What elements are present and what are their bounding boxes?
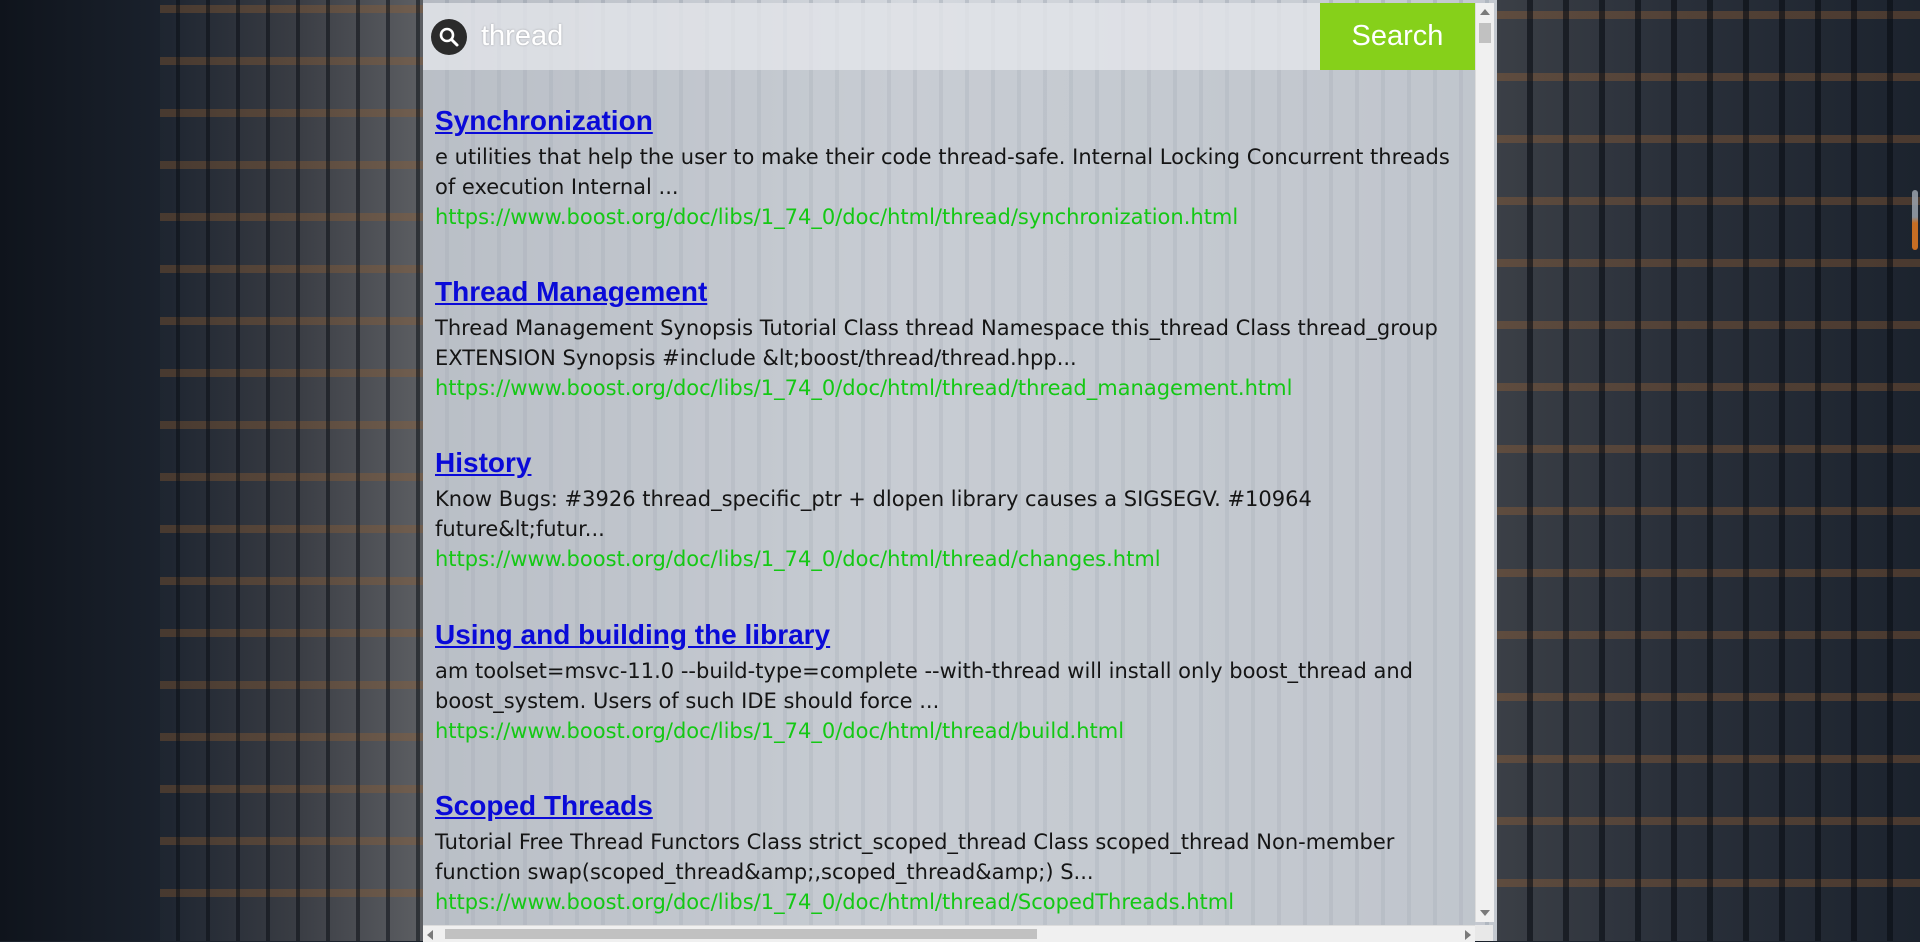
search-bar: Search [423,3,1475,70]
vertical-scrollbar[interactable] [1475,3,1494,922]
list-item: History Know Bugs: #3926 thread_specific… [435,446,1475,574]
list-item: Scoped Threads Tutorial Free Thread Func… [435,789,1475,917]
search-icon[interactable] [431,18,467,55]
result-snippet: Thread Management Synopsis Tutorial Clas… [435,316,1438,370]
result-title-link[interactable]: Thread Management [435,275,1475,309]
scroll-up-icon[interactable] [1480,9,1490,15]
result-title-link[interactable]: Scoped Threads [435,789,1475,823]
search-panel: Search Synchronization e utilities that … [423,3,1499,942]
scroll-down-icon[interactable] [1480,910,1490,916]
scrollbar-corner [1475,925,1493,941]
search-input[interactable] [467,5,1320,68]
page-scroll-indicator [1912,190,1918,250]
results-list: Synchronization e utilities that help th… [423,70,1475,925]
scroll-right-icon[interactable] [1465,930,1471,940]
vertical-scroll-thumb[interactable] [1479,23,1491,43]
result-title-link[interactable]: Synchronization [435,104,1475,138]
result-title-link[interactable]: History [435,446,1475,480]
result-snippet: Know Bugs: #3926 thread_specific_ptr + d… [435,487,1312,541]
result-url: https://www.boost.org/doc/libs/1_74_0/do… [435,719,1125,743]
result-title-link[interactable]: Using and building the library [435,618,1475,652]
list-item: Synchronization e utilities that help th… [435,104,1475,232]
list-item: Thread Management Thread Management Syno… [435,275,1475,403]
result-url: https://www.boost.org/doc/libs/1_74_0/do… [435,547,1161,571]
search-button[interactable]: Search [1320,3,1475,70]
horizontal-scroll-thumb[interactable] [445,929,1037,939]
result-snippet: am toolset=msvc-11.0 --build-type=comple… [435,659,1413,713]
result-snippet: e utilities that help the user to make t… [435,145,1450,199]
list-item: Using and building the library am toolse… [435,618,1475,746]
horizontal-scrollbar[interactable] [423,925,1475,942]
result-url: https://www.boost.org/doc/libs/1_74_0/do… [435,890,1235,914]
scroll-left-icon[interactable] [427,930,433,940]
background-building-right [1497,0,1920,941]
result-url: https://www.boost.org/doc/libs/1_74_0/do… [435,376,1293,400]
result-url: https://www.boost.org/doc/libs/1_74_0/do… [435,205,1239,229]
result-snippet: Tutorial Free Thread Functors Class stri… [435,830,1395,884]
background-shadow-left [0,0,160,941]
